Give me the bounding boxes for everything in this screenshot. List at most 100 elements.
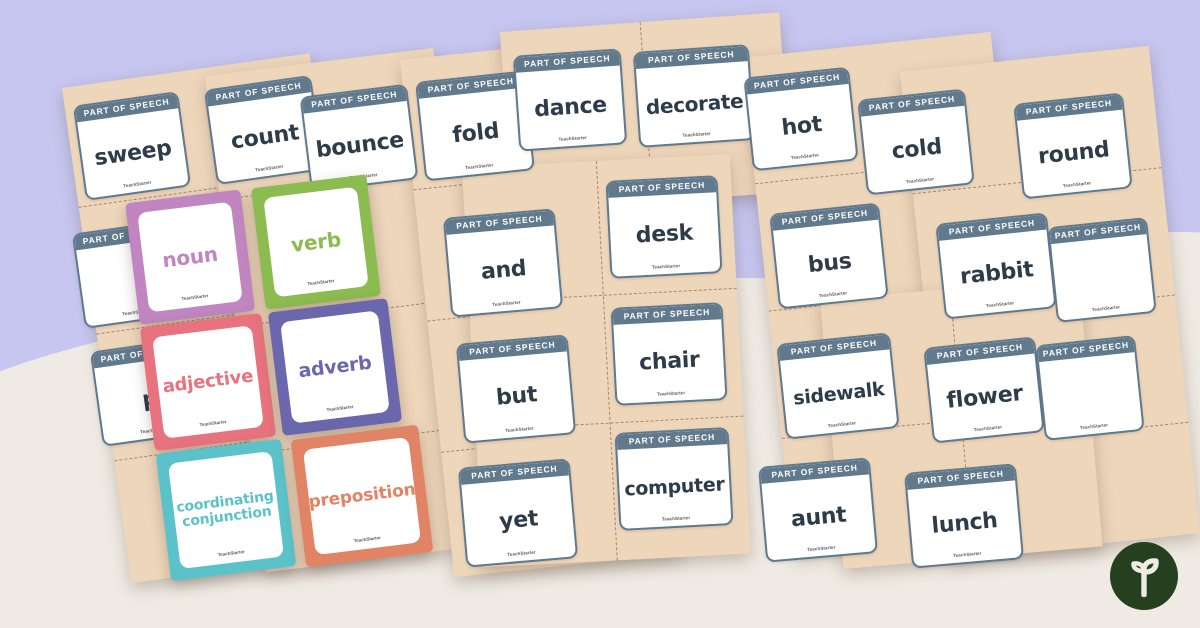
- card-brand: TeachStarter: [464, 162, 494, 171]
- card-body: sidewalk TeachStarter: [780, 349, 897, 437]
- card-body: chair TeachStarter: [613, 319, 725, 404]
- word-card[interactable]: PART OF SPEECH hot TeachStarter: [743, 66, 859, 172]
- card-word: round: [1036, 137, 1111, 170]
- card-word: chair: [638, 347, 701, 376]
- card-word: decorate: [645, 88, 745, 119]
- card-body: sweep TeachStarter: [77, 108, 189, 198]
- category-card-inner: preposition TeachStarter: [302, 436, 422, 556]
- card-word: rabbit: [958, 257, 1035, 290]
- card-word: fold: [451, 118, 501, 149]
- card-brand: TeachStarter: [905, 176, 935, 185]
- card-brand: TeachStarter: [818, 290, 848, 299]
- card-body: TeachStarter: [1051, 234, 1155, 321]
- word-card[interactable]: PART OF SPEECH and TeachStarter: [442, 208, 564, 318]
- category-word: preposition: [307, 479, 417, 513]
- word-card[interactable]: PART OF SPEECH TeachStarter: [1035, 335, 1145, 441]
- card-word: computer: [623, 472, 725, 501]
- category-card-inner: adverb TeachStarter: [280, 310, 390, 424]
- flashcards-scene: PART OF SPEECH sweep TeachStarter PART O…: [0, 0, 1200, 628]
- card-brand: TeachStarter: [326, 404, 354, 413]
- word-card[interactable]: PART OF SPEECH round TeachStarter: [1013, 92, 1133, 200]
- card-brand: TeachStarter: [217, 549, 246, 558]
- card-word: yet: [498, 506, 540, 535]
- card-body: yet TeachStarter: [461, 475, 576, 565]
- word-card[interactable]: PART OF SPEECH TeachStarter: [1047, 217, 1157, 323]
- card-word: bus: [806, 248, 853, 279]
- card-word: cold: [890, 134, 944, 165]
- word-card[interactable]: PART OF SPEECH desk TeachStarter: [605, 175, 723, 279]
- card-brand: TeachStarter: [199, 419, 227, 428]
- category-card-preposition[interactable]: preposition TeachStarter: [290, 424, 434, 568]
- category-word: noun: [160, 241, 220, 273]
- category-card-inner: coordinating conjunction TeachStarter: [167, 451, 285, 569]
- card-brand: TeachStarter: [307, 278, 335, 287]
- word-card[interactable]: PART OF SPEECH cold TeachStarter: [857, 88, 975, 196]
- card-body: decorate TeachStarter: [636, 61, 753, 146]
- word-card[interactable]: PART OF SPEECH sidewalk TeachStarter: [776, 332, 900, 440]
- card-body: TeachStarter: [1039, 352, 1143, 439]
- card-brand: TeachStarter: [1062, 180, 1092, 189]
- word-card[interactable]: PART OF SPEECH yet TeachStarter: [457, 458, 579, 568]
- word-card[interactable]: PART OF SPEECH computer TeachStarter: [614, 427, 734, 531]
- category-card-verb[interactable]: verb TeachStarter: [250, 174, 382, 310]
- card-word: and: [479, 256, 528, 285]
- card-word: aunt: [789, 502, 848, 533]
- card-word: but: [495, 382, 539, 411]
- card-brand: TeachStarter: [952, 550, 982, 559]
- category-card-noun[interactable]: noun TeachStarter: [124, 189, 256, 325]
- card-body: but TeachStarter: [459, 351, 574, 441]
- category-word: adverb: [297, 351, 373, 382]
- word-card[interactable]: PART OF SPEECH rabbit TeachStarter: [935, 212, 1057, 320]
- word-card[interactable]: PART OF SPEECH aunt TeachStarter: [758, 457, 878, 563]
- category-card-adjective[interactable]: adjective TeachStarter: [139, 313, 277, 451]
- card-brand: TeachStarter: [682, 130, 712, 138]
- card-body: dance TeachStarter: [516, 65, 625, 149]
- card-brand: TeachStarter: [656, 390, 686, 397]
- card-word: desk: [635, 220, 694, 249]
- card-body: and TeachStarter: [446, 225, 561, 315]
- word-card[interactable]: PART OF SPEECH flower TeachStarter: [923, 336, 1045, 444]
- card-word: sweep: [92, 135, 174, 172]
- card-word: dance: [533, 92, 608, 123]
- category-card-inner: verb TeachStarter: [263, 186, 369, 298]
- word-card[interactable]: PART OF SPEECH bus TeachStarter: [769, 202, 889, 310]
- card-brand: TeachStarter: [1091, 304, 1121, 313]
- card-brand: TeachStarter: [1079, 422, 1109, 431]
- card-body: flower TeachStarter: [927, 354, 1042, 442]
- card-body: lunch TeachStarter: [908, 480, 1022, 566]
- card-brand: TeachStarter: [806, 544, 836, 553]
- card-body: desk TeachStarter: [608, 192, 720, 277]
- card-body: bus TeachStarter: [773, 220, 886, 308]
- card-body: round TeachStarter: [1017, 110, 1130, 198]
- card-brand: TeachStarter: [661, 515, 691, 522]
- card-word: hot: [780, 111, 824, 142]
- card-word: sidewalk: [792, 377, 886, 410]
- word-card[interactable]: PART OF SPEECH sweep TeachStarter: [72, 91, 192, 201]
- card-word: lunch: [930, 508, 999, 539]
- sprout-icon: [1131, 558, 1159, 597]
- card-brand: TeachStarter: [651, 263, 681, 270]
- card-body: rabbit TeachStarter: [939, 230, 1054, 318]
- card-brand: TeachStarter: [353, 535, 382, 544]
- category-card-coordinating-conjunction[interactable]: coordinating conjunction TeachStarter: [155, 438, 297, 582]
- card-brand: TeachStarter: [558, 134, 588, 142]
- word-card[interactable]: PART OF SPEECH lunch TeachStarter: [904, 463, 1024, 569]
- word-card[interactable]: PART OF SPEECH decorate TeachStarter: [632, 44, 756, 148]
- card-brand: TeachStarter: [505, 425, 534, 434]
- teach-starter-logo[interactable]: [1110, 542, 1178, 610]
- word-card[interactable]: PART OF SPEECH chair TeachStarter: [610, 302, 728, 406]
- card-body: aunt TeachStarter: [762, 474, 876, 560]
- category-word: adjective: [161, 365, 255, 398]
- category-card-inner: noun TeachStarter: [137, 201, 243, 313]
- card-brand: TeachStarter: [790, 152, 820, 161]
- card-word: flower: [945, 381, 1025, 414]
- word-card[interactable]: PART OF SPEECH but TeachStarter: [455, 334, 577, 444]
- category-card-adverb[interactable]: adverb TeachStarter: [267, 298, 403, 436]
- card-brand: TeachStarter: [181, 293, 209, 302]
- card-word: bounce: [314, 127, 406, 164]
- category-word: verb: [289, 227, 343, 257]
- card-brand: TeachStarter: [507, 549, 536, 558]
- card-word: count: [229, 120, 301, 155]
- category-card-inner: adjective TeachStarter: [152, 325, 264, 439]
- word-card[interactable]: PART OF SPEECH dance TeachStarter: [512, 48, 628, 152]
